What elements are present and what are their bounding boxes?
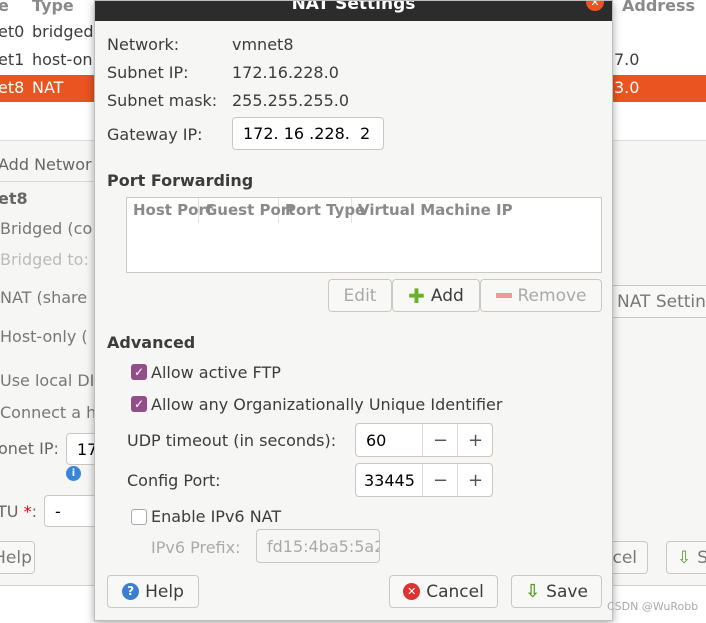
close-button[interactable]: ✕ xyxy=(586,1,604,11)
cancel-icon: ✕ xyxy=(403,583,421,600)
cancel-button[interactable]: ✕ Cancel xyxy=(389,575,498,608)
save-icon: ⇩ xyxy=(677,547,692,568)
nat-settings-dialog: NAT Settings ✕ Network: vmnet8 Subnet IP:… xyxy=(94,0,613,621)
decrement-button[interactable]: − xyxy=(422,464,458,496)
bg-help-button[interactable]: Help xyxy=(0,541,35,574)
udp-timeout-label: UDP timeout (in seconds): xyxy=(127,431,337,450)
section-title: et8 xyxy=(0,189,28,208)
network-value: vmnet8 xyxy=(232,35,294,54)
allow-ftp-checkbox[interactable]: ✓ xyxy=(131,364,147,380)
save-icon: ⇩ xyxy=(525,581,541,602)
col-header-address: Address xyxy=(622,0,696,15)
subnet-ip-value: 172.16.228.0 xyxy=(232,63,339,82)
nat-settings-button[interactable]: NAT Setting xyxy=(610,285,706,318)
bg-save-button[interactable]: ⇩ S xyxy=(666,541,706,574)
col-header-name: e xyxy=(0,0,9,15)
mtu-label-text: TU xyxy=(0,502,19,521)
row-type: host-on xyxy=(32,50,93,69)
enable-ipv6-label[interactable]: Enable IPv6 NAT xyxy=(151,507,281,526)
allow-ftp-label[interactable]: Allow active FTP xyxy=(151,363,281,382)
col-port-type[interactable]: Port Type xyxy=(279,198,365,223)
info-icon: i xyxy=(66,466,81,481)
config-port-label: Config Port: xyxy=(127,471,221,490)
row-name: et1 xyxy=(0,50,25,69)
use-local-dhcp-checkbox[interactable]: Use local DI xyxy=(0,371,94,390)
add-label: Add xyxy=(430,285,464,306)
row-type: bridged xyxy=(32,22,94,41)
subnet-ip-label: onet IP: xyxy=(0,439,59,458)
udp-timeout-spinner[interactable]: 60 − + xyxy=(355,423,493,457)
row-name: et8 xyxy=(0,78,25,97)
increment-button[interactable]: + xyxy=(457,424,493,456)
minus-icon xyxy=(495,293,512,298)
title-bar: NAT Settings ✕ xyxy=(95,1,612,21)
help-button[interactable]: ? Help xyxy=(107,575,199,608)
mtu-label: TU *: xyxy=(0,502,37,521)
config-port-spinner[interactable]: 33445 − + xyxy=(355,463,493,497)
col-guest-port[interactable]: Guest Port xyxy=(199,198,295,223)
bridged-radio[interactable]: Bridged (co xyxy=(0,219,92,238)
remove-button[interactable]: Remove xyxy=(480,279,602,312)
help-icon: ? xyxy=(122,583,140,600)
config-port-value[interactable]: 33445 xyxy=(364,471,415,490)
edit-button[interactable]: Edit xyxy=(328,279,392,312)
cancel-label: Cancel xyxy=(426,581,484,602)
col-header-type: Type xyxy=(32,0,74,15)
save-label: Save xyxy=(546,581,588,602)
mtu-colon: : xyxy=(31,502,37,521)
advanced-heading: Advanced xyxy=(107,333,196,352)
nat-radio[interactable]: NAT (share xyxy=(0,288,87,307)
gateway-ip-input[interactable]: 172. 16 .228. 2 xyxy=(232,117,384,150)
port-forwarding-heading: Port Forwarding xyxy=(107,171,254,190)
ipv6-prefix-input[interactable]: fd15:4ba5:5a2b:1( xyxy=(256,529,380,563)
divider xyxy=(0,181,94,182)
allow-oui-label[interactable]: Allow any Organizationally Unique Identi… xyxy=(151,395,502,414)
increment-button[interactable]: + xyxy=(457,464,493,496)
gateway-ip-label: Gateway IP: xyxy=(107,125,203,144)
allow-oui-checkbox[interactable]: ✓ xyxy=(131,396,147,412)
add-network-button[interactable]: Add Networ xyxy=(0,155,92,174)
watermark: CSDN @WuRobb xyxy=(607,600,699,613)
add-button[interactable]: ✚ Add xyxy=(392,279,480,312)
col-vm-ip[interactable]: Virtual Machine IP xyxy=(352,198,601,223)
connect-host-checkbox[interactable]: Connect a h xyxy=(0,403,96,422)
enable-ipv6-checkbox[interactable] xyxy=(131,509,147,525)
bg-save-label: S xyxy=(697,547,706,568)
port-forwarding-table[interactable]: Host Port Guest Port Port Type Virtual M… xyxy=(126,197,602,273)
row-name: et0 xyxy=(0,22,25,41)
subnet-mask-label: Subnet mask: xyxy=(107,91,218,110)
subnet-ip-label: Subnet IP: xyxy=(107,63,189,82)
help-label: Help xyxy=(145,581,184,602)
col-host-port[interactable]: Host Port xyxy=(127,198,213,223)
save-button[interactable]: ⇩ Save xyxy=(511,575,602,608)
subnet-mask-value: 255.255.255.0 xyxy=(232,91,350,110)
row-address: 3.0 xyxy=(614,78,640,97)
row-type: NAT xyxy=(32,78,64,97)
decrement-button[interactable]: − xyxy=(422,424,458,456)
host-only-radio[interactable]: Host-only ( xyxy=(0,327,88,346)
udp-timeout-value[interactable]: 60 xyxy=(366,431,386,450)
dialog-title: NAT Settings xyxy=(291,1,416,14)
bridged-to-label: Bridged to: xyxy=(0,250,89,269)
required-marker: * xyxy=(23,502,32,521)
network-label: Network: xyxy=(107,35,180,54)
row-address: 7.0 xyxy=(614,50,640,69)
ipv6-prefix-label: IPv6 Prefix: xyxy=(151,538,241,557)
remove-label: Remove xyxy=(517,285,587,306)
plus-icon: ✚ xyxy=(408,283,425,308)
